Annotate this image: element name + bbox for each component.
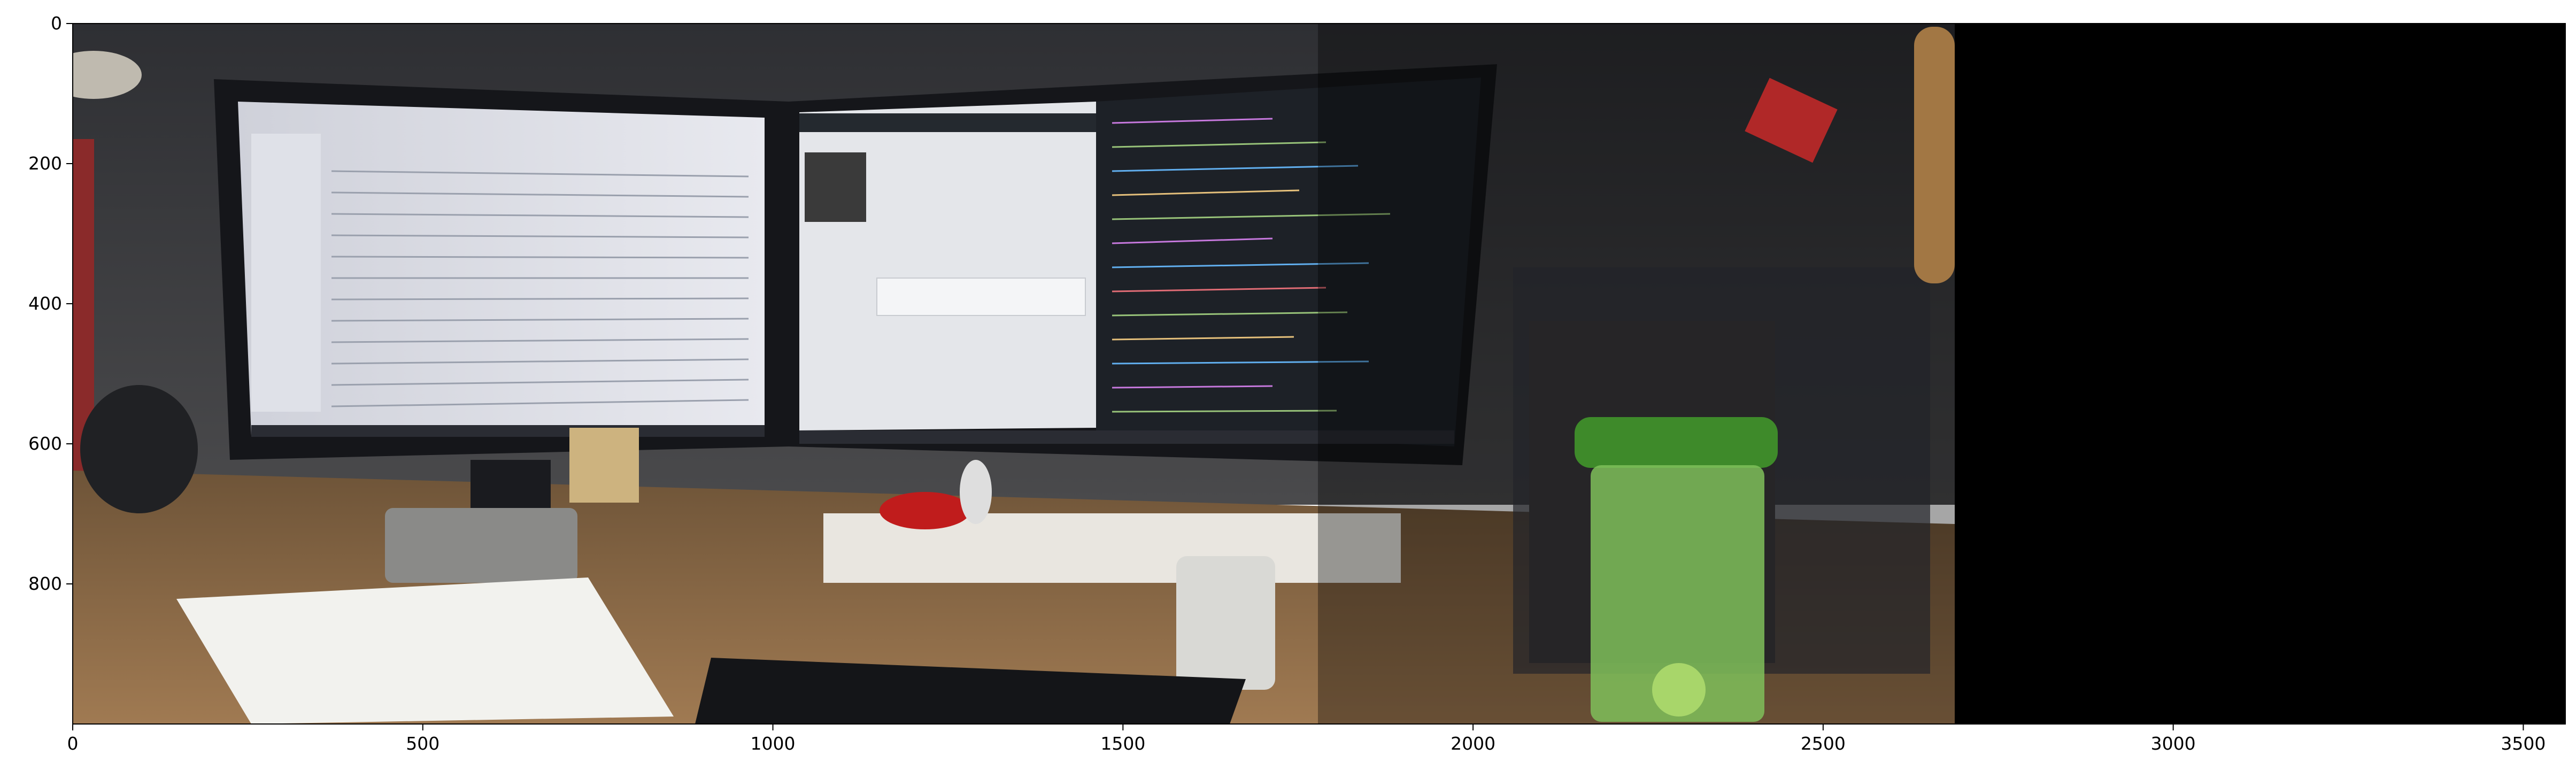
microphone — [80, 385, 198, 513]
x-tick-label: 1000 — [751, 733, 796, 754]
y-axis: 0 200 400 600 800 — [28, 13, 73, 594]
x-tick-label: 2500 — [1801, 733, 1846, 754]
cameras — [385, 508, 577, 583]
profile-photo — [805, 152, 866, 222]
orange-object — [1914, 27, 1955, 283]
photo-image — [73, 24, 2565, 724]
email-sidebar — [251, 134, 321, 412]
y-tick-label: 400 — [28, 293, 62, 314]
contribution-graph — [876, 278, 1086, 316]
sticky-note — [569, 428, 639, 503]
x-tick-label: 500 — [406, 733, 439, 754]
right-screen-web — [799, 102, 1096, 430]
penguin-figure — [960, 460, 992, 524]
y-tick-label: 800 — [28, 573, 62, 594]
x-tick-label: 1500 — [1100, 733, 1145, 754]
x-tick-label: 3500 — [2501, 733, 2546, 754]
mug — [1176, 556, 1275, 690]
black-region — [1955, 24, 2565, 724]
y-tick-label: 0 — [51, 13, 62, 34]
x-tick-label: 0 — [67, 733, 79, 754]
x-tick-label: 3000 — [2151, 733, 2196, 754]
x-tick-label: 2000 — [1451, 733, 1495, 754]
red-toy-car — [880, 492, 970, 529]
web-header — [799, 113, 1096, 132]
lamp-glow — [73, 51, 142, 99]
y-tick-label: 600 — [28, 433, 62, 454]
left-taskbar — [251, 425, 765, 437]
x-axis: 0 500 1000 1500 2000 2500 3000 3500 — [67, 724, 2546, 754]
photo-figure: 0 500 1000 1500 2000 2500 3000 3500 0 200 400 600 8… — [28, 13, 2566, 754]
shaker-bottle — [1575, 417, 1778, 722]
papers — [176, 577, 674, 724]
y-tick-label: 200 — [28, 153, 62, 174]
